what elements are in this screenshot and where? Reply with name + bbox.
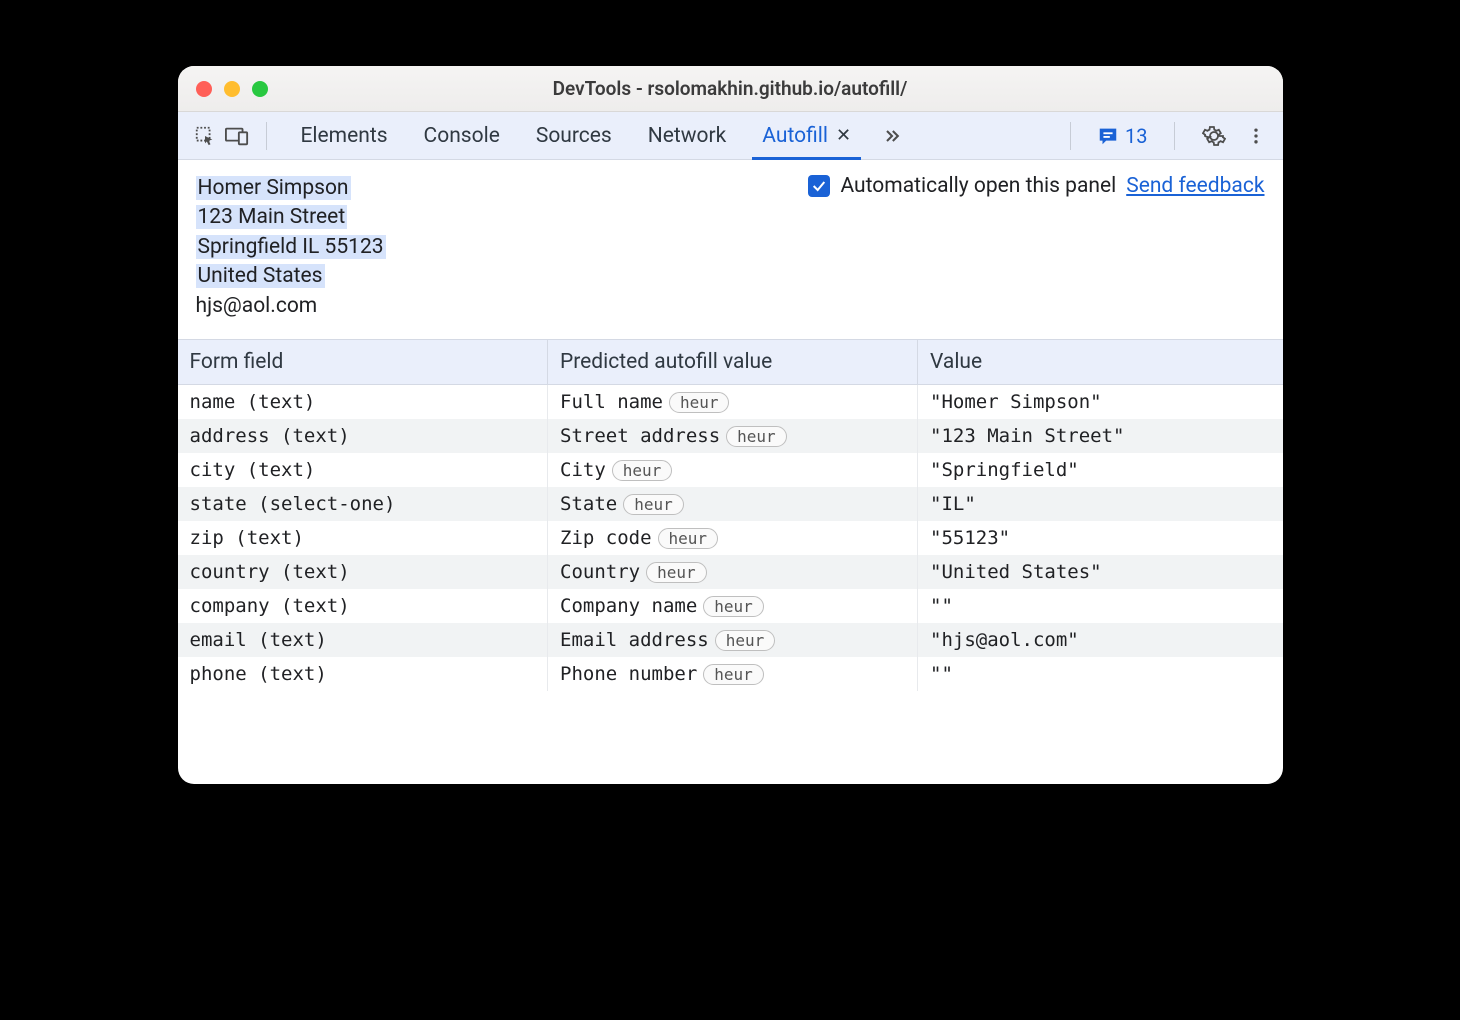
table-row[interactable]: state (select-one)Stateheur"IL" xyxy=(178,487,1283,521)
devtools-toolbar: Elements Console Sources Network Autofill ✕ 1… xyxy=(178,112,1283,160)
table-row[interactable]: address (text)Street addressheur"123 Mai… xyxy=(178,419,1283,453)
table-row[interactable]: name (text)Full nameheur"Homer Simpson" xyxy=(178,384,1283,419)
address-line: United States xyxy=(196,262,386,291)
cell-value: "IL" xyxy=(918,487,1283,521)
devtools-window: DevTools - rsolomakhin.github.io/autofil… xyxy=(178,66,1283,784)
tab-label: Network xyxy=(648,124,727,148)
cell-form-field: country (text) xyxy=(178,555,548,589)
tab-label: Console xyxy=(424,124,500,148)
address-line: hjs@aol.com xyxy=(196,292,386,321)
cell-predicted: Street addressheur xyxy=(548,419,918,453)
cell-predicted: Full nameheur xyxy=(548,384,918,419)
device-toolbar-icon[interactable] xyxy=(224,123,250,149)
messages-count: 13 xyxy=(1125,124,1147,148)
heur-badge: heur xyxy=(703,664,764,685)
settings-gear-icon[interactable] xyxy=(1201,123,1227,149)
address-line: Springfield IL 55123 xyxy=(196,233,386,262)
cell-predicted: Zip codeheur xyxy=(548,521,918,555)
tab-elements[interactable]: Elements xyxy=(283,112,406,160)
check-icon xyxy=(811,178,827,194)
heur-badge: heur xyxy=(658,528,719,549)
heur-badge: heur xyxy=(646,562,707,583)
cell-value: "123 Main Street" xyxy=(918,419,1283,453)
tab-label: Autofill xyxy=(762,124,828,148)
table-row[interactable]: company (text)Company nameheur"" xyxy=(178,589,1283,623)
heur-badge: heur xyxy=(623,494,684,515)
toolbar-separator xyxy=(1070,122,1071,150)
panel-top-right: Automatically open this panel Send feedb… xyxy=(808,174,1264,198)
cell-form-field: zip (text) xyxy=(178,521,548,555)
cell-form-field: company (text) xyxy=(178,589,548,623)
address-block: Homer Simpson123 Main StreetSpringfield … xyxy=(196,174,386,321)
table-row[interactable]: email (text)Email addressheur"hjs@aol.co… xyxy=(178,623,1283,657)
cell-predicted: Countryheur xyxy=(548,555,918,589)
table-header-value[interactable]: Value xyxy=(918,339,1283,384)
cell-value: "55123" xyxy=(918,521,1283,555)
cell-form-field: phone (text) xyxy=(178,657,548,691)
cell-value: "United States" xyxy=(918,555,1283,589)
cell-value: "Homer Simpson" xyxy=(918,384,1283,419)
heur-badge: heur xyxy=(669,392,730,413)
tab-autofill[interactable]: Autofill ✕ xyxy=(744,112,869,160)
heur-badge: heur xyxy=(726,426,787,447)
window-minimize-button[interactable] xyxy=(224,81,240,97)
cell-form-field: city (text) xyxy=(178,453,548,487)
cell-value: "Springfield" xyxy=(918,453,1283,487)
autofill-panel-header: Homer Simpson123 Main StreetSpringfield … xyxy=(178,160,1283,339)
toolbar-separator xyxy=(266,122,267,150)
close-tab-icon[interactable]: ✕ xyxy=(836,125,851,146)
titlebar: DevTools - rsolomakhin.github.io/autofil… xyxy=(178,66,1283,112)
window-title: DevTools - rsolomakhin.github.io/autofil… xyxy=(178,77,1283,100)
window-close-button[interactable] xyxy=(196,81,212,97)
heur-badge: heur xyxy=(703,596,764,617)
address-line: 123 Main Street xyxy=(196,203,386,232)
cell-form-field: address (text) xyxy=(178,419,548,453)
autofill-table: Form field Predicted autofill value Valu… xyxy=(178,339,1283,691)
traffic-lights xyxy=(178,81,268,97)
toolbar-separator xyxy=(1174,122,1175,150)
cell-form-field: name (text) xyxy=(178,384,548,419)
cell-form-field: email (text) xyxy=(178,623,548,657)
table-row[interactable]: zip (text)Zip codeheur"55123" xyxy=(178,521,1283,555)
cell-predicted: Stateheur xyxy=(548,487,918,521)
tab-sources[interactable]: Sources xyxy=(518,112,630,160)
cell-value: "hjs@aol.com" xyxy=(918,623,1283,657)
cell-form-field: state (select-one) xyxy=(178,487,548,521)
cell-predicted: Company nameheur xyxy=(548,589,918,623)
tab-console[interactable]: Console xyxy=(406,112,518,160)
address-line: Homer Simpson xyxy=(196,174,386,203)
heur-badge: heur xyxy=(612,460,673,481)
tab-network[interactable]: Network xyxy=(630,112,745,160)
cell-predicted: Cityheur xyxy=(548,453,918,487)
cell-value: "" xyxy=(918,657,1283,691)
auto-open-label: Automatically open this panel xyxy=(840,174,1116,198)
tab-label: Sources xyxy=(536,124,612,148)
table-row[interactable]: phone (text)Phone numberheur"" xyxy=(178,657,1283,691)
more-tabs-icon[interactable] xyxy=(879,123,905,149)
send-feedback-link[interactable]: Send feedback xyxy=(1126,174,1264,198)
cell-value: "" xyxy=(918,589,1283,623)
table-row[interactable]: country (text)Countryheur"United States" xyxy=(178,555,1283,589)
table-header-form-field[interactable]: Form field xyxy=(178,339,548,384)
messages-badge[interactable]: 13 xyxy=(1097,124,1147,148)
kebab-menu-icon[interactable] xyxy=(1243,123,1269,149)
cell-predicted: Email addressheur xyxy=(548,623,918,657)
cell-predicted: Phone numberheur xyxy=(548,657,918,691)
tabs-container: Elements Console Sources Network Autofill ✕ xyxy=(283,112,870,160)
toolbar-right: 13 xyxy=(1060,122,1268,150)
table-header-predicted[interactable]: Predicted autofill value xyxy=(548,339,918,384)
window-maximize-button[interactable] xyxy=(252,81,268,97)
heur-badge: heur xyxy=(715,630,776,651)
tab-label: Elements xyxy=(301,124,388,148)
auto-open-checkbox[interactable] xyxy=(808,175,830,197)
inspect-element-icon[interactable] xyxy=(192,123,218,149)
message-icon xyxy=(1097,125,1119,147)
table-row[interactable]: city (text)Cityheur"Springfield" xyxy=(178,453,1283,487)
